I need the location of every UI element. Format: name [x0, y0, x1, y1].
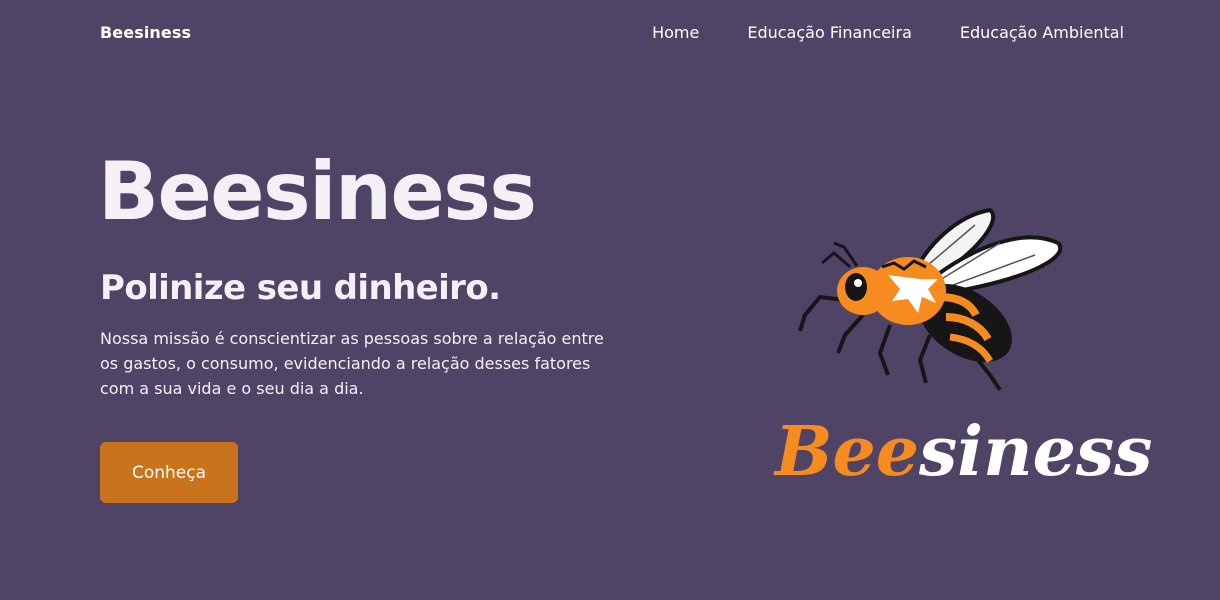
- brand-link[interactable]: Beesiness: [100, 23, 191, 42]
- hero-description: Nossa missão é conscientizar as pessoas …: [100, 329, 604, 398]
- nav-menu: Home Educação Financeira Educação Ambien…: [652, 23, 1124, 42]
- bee-icon: [798, 207, 1063, 392]
- beesiness-logo: Beesiness: [773, 207, 1152, 492]
- hero-title: Beesiness: [98, 145, 537, 238]
- nav-link-home[interactable]: Home: [652, 23, 699, 42]
- conheca-button[interactable]: Conheça: [100, 442, 238, 503]
- nav-link-educacao-financeira[interactable]: Educação Financeira: [747, 23, 912, 42]
- logo-wordmark: Beesiness: [773, 412, 1152, 492]
- nav-link-educacao-ambiental[interactable]: Educação Ambiental: [960, 23, 1124, 42]
- navbar: Beesiness Home Educação Financeira Educa…: [0, 0, 1220, 68]
- hero-subtitle: Polinize seu dinheiro.: [100, 268, 501, 308]
